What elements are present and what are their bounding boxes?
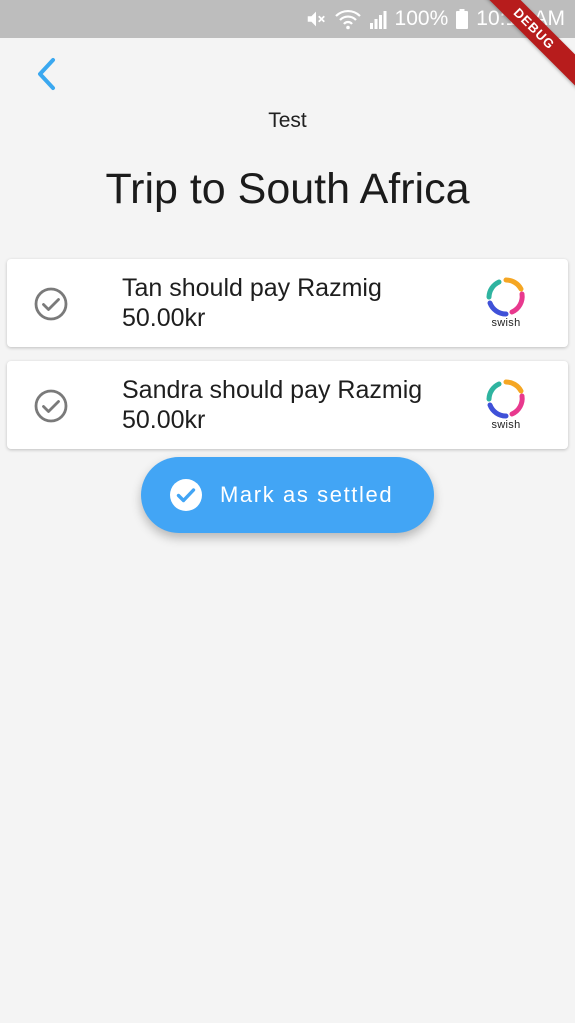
check-circle-outline-icon[interactable] — [33, 388, 69, 424]
wifi-icon — [334, 8, 361, 30]
swish-pay-button[interactable]: swish — [481, 273, 531, 335]
check-circle-icon — [169, 478, 203, 512]
back-button[interactable] — [26, 52, 68, 96]
battery-icon — [456, 9, 469, 29]
battery-percent: 100% — [394, 7, 449, 30]
debt-card: Sandra should pay Razmig 50.00kr swish — [7, 361, 568, 449]
swish-label: swish — [491, 317, 521, 329]
mark-as-settled-button[interactable]: Mark as settled — [141, 457, 434, 533]
swish-label: swish — [491, 419, 521, 431]
swish-logo-icon — [486, 379, 525, 419]
debt-card: Tan should pay Razmig 50.00kr swish — [7, 259, 568, 347]
swish-logo-icon — [486, 277, 525, 317]
mute-icon — [305, 8, 327, 30]
status-bar: 100% 10:15 AM — [0, 0, 575, 38]
check-circle-outline-icon[interactable] — [33, 286, 69, 322]
signal-icon — [369, 9, 387, 29]
debt-description: Sandra should pay Razmig — [122, 376, 423, 404]
group-name: Test — [268, 109, 307, 132]
chevron-left-icon — [38, 58, 55, 90]
debt-description: Tan should pay Razmig — [122, 274, 382, 302]
page-title: Trip to South Africa — [105, 165, 470, 213]
debt-amount: 50.00kr — [122, 304, 206, 332]
debt-amount: 50.00kr — [122, 406, 206, 434]
mark-as-settled-label: Mark as settled — [220, 482, 394, 507]
swish-pay-button[interactable]: swish — [481, 375, 531, 437]
